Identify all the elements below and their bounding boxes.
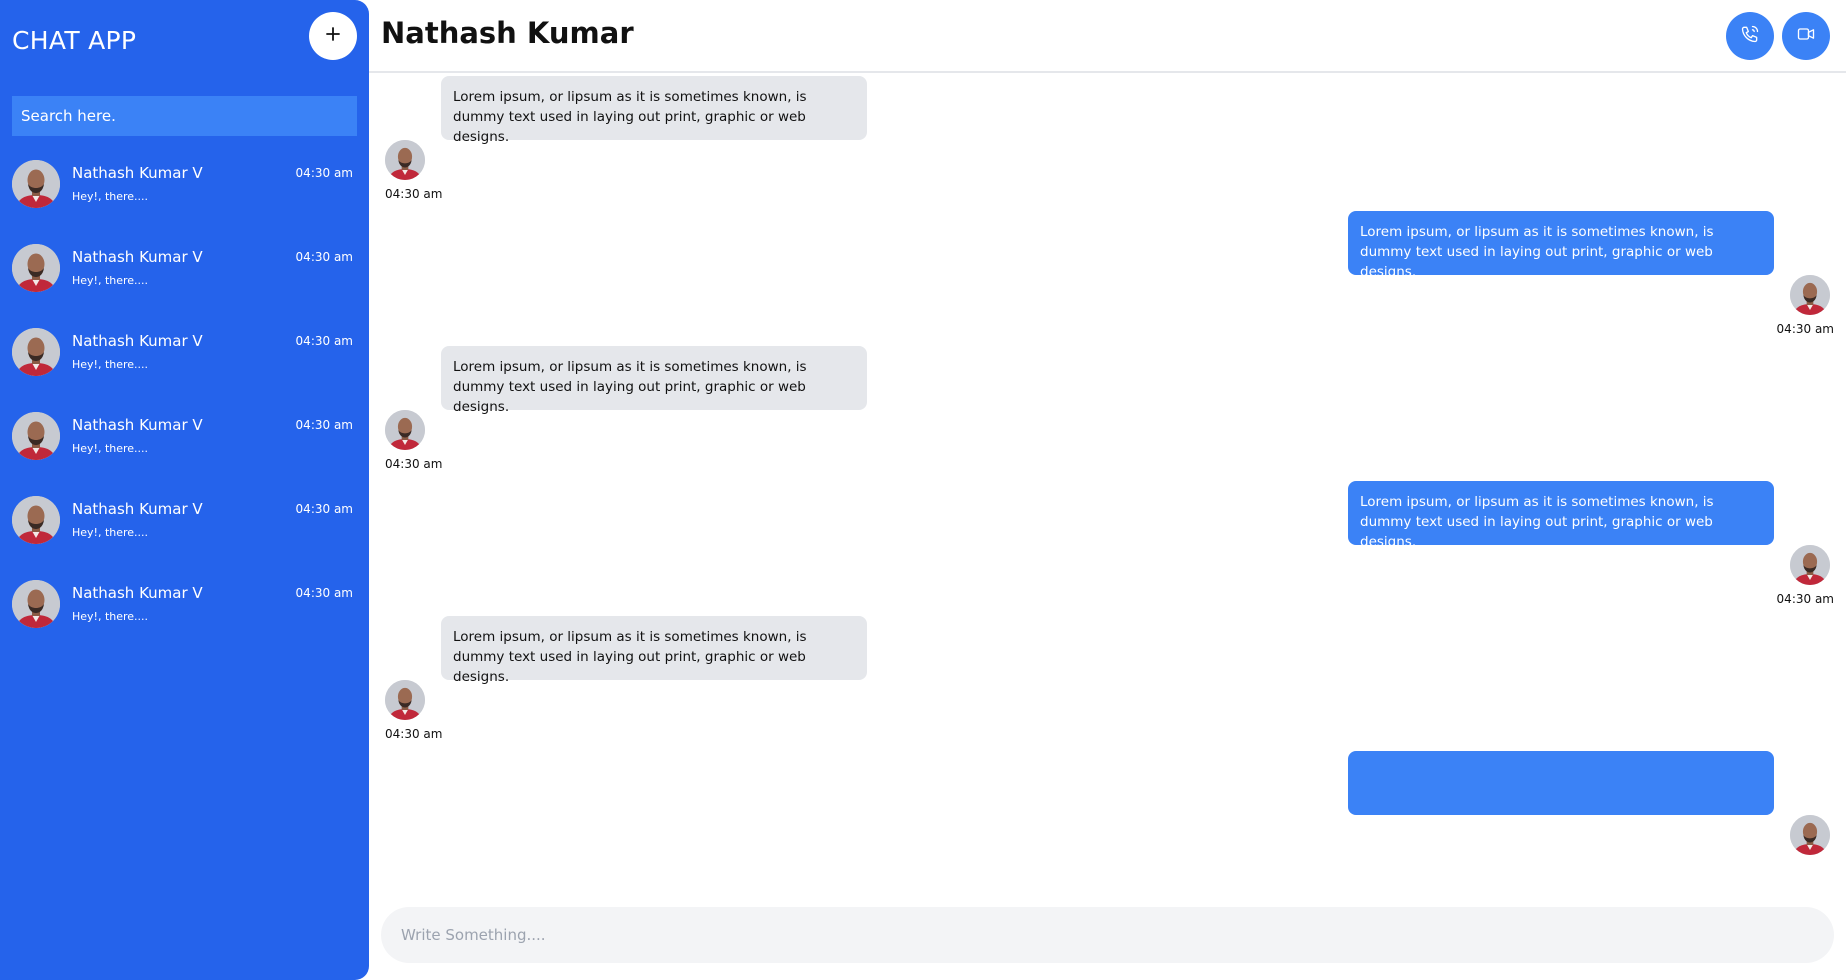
outgoing-message <box>369 751 1846 885</box>
incoming-message: Lorem ipsum, or lipsum as it is sometime… <box>369 616 1846 750</box>
avatar <box>12 160 60 208</box>
contact-item[interactable]: Nathash Kumar V 04:30 am Hey!, there.... <box>0 320 369 404</box>
phone-icon <box>1740 24 1760 48</box>
search-input[interactable] <box>12 96 357 136</box>
message-bubble: Lorem ipsum, or lipsum as it is sometime… <box>1348 481 1774 550</box>
outgoing-message: Lorem ipsum, or lipsum as it is sometime… <box>369 481 1846 615</box>
avatar <box>12 328 60 376</box>
contact-item[interactable]: Nathash Kumar V 04:30 am Hey!, there.... <box>0 152 369 236</box>
video-call-button[interactable] <box>1782 12 1830 60</box>
avatar <box>385 680 425 720</box>
contact-time: 04:30 am <box>295 166 353 180</box>
avatar <box>12 580 60 628</box>
message-time: 04:30 am <box>385 187 443 201</box>
avatar <box>385 410 425 450</box>
video-camera-icon <box>1796 24 1816 48</box>
chat-title: Nathash Kumar <box>381 16 634 50</box>
contact-name: Nathash Kumar V <box>72 248 203 266</box>
incoming-message: Lorem ipsum, or lipsum as it is sometime… <box>369 346 1846 480</box>
contact-preview: Hey!, there.... <box>72 442 149 455</box>
contact-item[interactable]: Nathash Kumar V 04:30 am Hey!, there.... <box>0 572 369 656</box>
contact-time: 04:30 am <box>295 250 353 264</box>
message-input[interactable] <box>381 907 1834 963</box>
chat-header: Nathash Kumar <box>369 0 1846 73</box>
message-list: Lorem ipsum, or lipsum as it is sometime… <box>369 75 1846 895</box>
incoming-message: Lorem ipsum, or lipsum as it is sometime… <box>369 76 1846 210</box>
avatar <box>385 140 425 180</box>
contact-time: 04:30 am <box>295 418 353 432</box>
avatar <box>1790 815 1830 855</box>
contact-time: 04:30 am <box>295 334 353 348</box>
avatar <box>12 496 60 544</box>
chat-app: CHAT APP Nathash Kumar V 04:30 am Hey!, th… <box>0 0 1846 980</box>
contact-name: Nathash Kumar V <box>72 500 203 518</box>
contact-item[interactable]: Nathash Kumar V 04:30 am Hey!, there.... <box>0 236 369 320</box>
contact-name: Nathash Kumar V <box>72 164 203 182</box>
plus-icon <box>325 26 341 46</box>
message-bubble: Lorem ipsum, or lipsum as it is sometime… <box>441 76 867 145</box>
contact-item[interactable]: Nathash Kumar V 04:30 am Hey!, there.... <box>0 404 369 488</box>
contact-name: Nathash Kumar V <box>72 332 203 350</box>
contact-item[interactable]: Nathash Kumar V 04:30 am Hey!, there.... <box>0 488 369 572</box>
avatar <box>1790 545 1830 585</box>
avatar <box>1790 275 1830 315</box>
contact-preview: Hey!, there.... <box>72 358 149 371</box>
contact-preview: Hey!, there.... <box>72 610 149 623</box>
contact-preview: Hey!, there.... <box>72 526 149 539</box>
app-brand: CHAT APP <box>12 26 137 55</box>
new-chat-button[interactable] <box>309 12 357 60</box>
message-time: 04:30 am <box>385 727 443 741</box>
message-bubble <box>1348 751 1774 815</box>
message-time: 04:30 am <box>1776 322 1834 336</box>
avatar <box>12 412 60 460</box>
contact-preview: Hey!, there.... <box>72 190 149 203</box>
contact-name: Nathash Kumar V <box>72 416 203 434</box>
contact-list: Nathash Kumar V 04:30 am Hey!, there.... Na… <box>0 152 369 656</box>
voice-call-button[interactable] <box>1726 12 1774 60</box>
avatar <box>12 244 60 292</box>
contact-time: 04:30 am <box>295 586 353 600</box>
outgoing-message: Lorem ipsum, or lipsum as it is sometime… <box>369 211 1846 345</box>
message-bubble: Lorem ipsum, or lipsum as it is sometime… <box>441 346 867 415</box>
contact-preview: Hey!, there.... <box>72 274 149 287</box>
message-bubble: Lorem ipsum, or lipsum as it is sometime… <box>1348 211 1774 280</box>
contact-time: 04:30 am <box>295 502 353 516</box>
sidebar: CHAT APP Nathash Kumar V 04:30 am Hey!, th… <box>0 0 369 980</box>
contact-name: Nathash Kumar V <box>72 584 203 602</box>
message-bubble: Lorem ipsum, or lipsum as it is sometime… <box>441 616 867 685</box>
message-time: 04:30 am <box>385 457 443 471</box>
message-time: 04:30 am <box>1776 592 1834 606</box>
